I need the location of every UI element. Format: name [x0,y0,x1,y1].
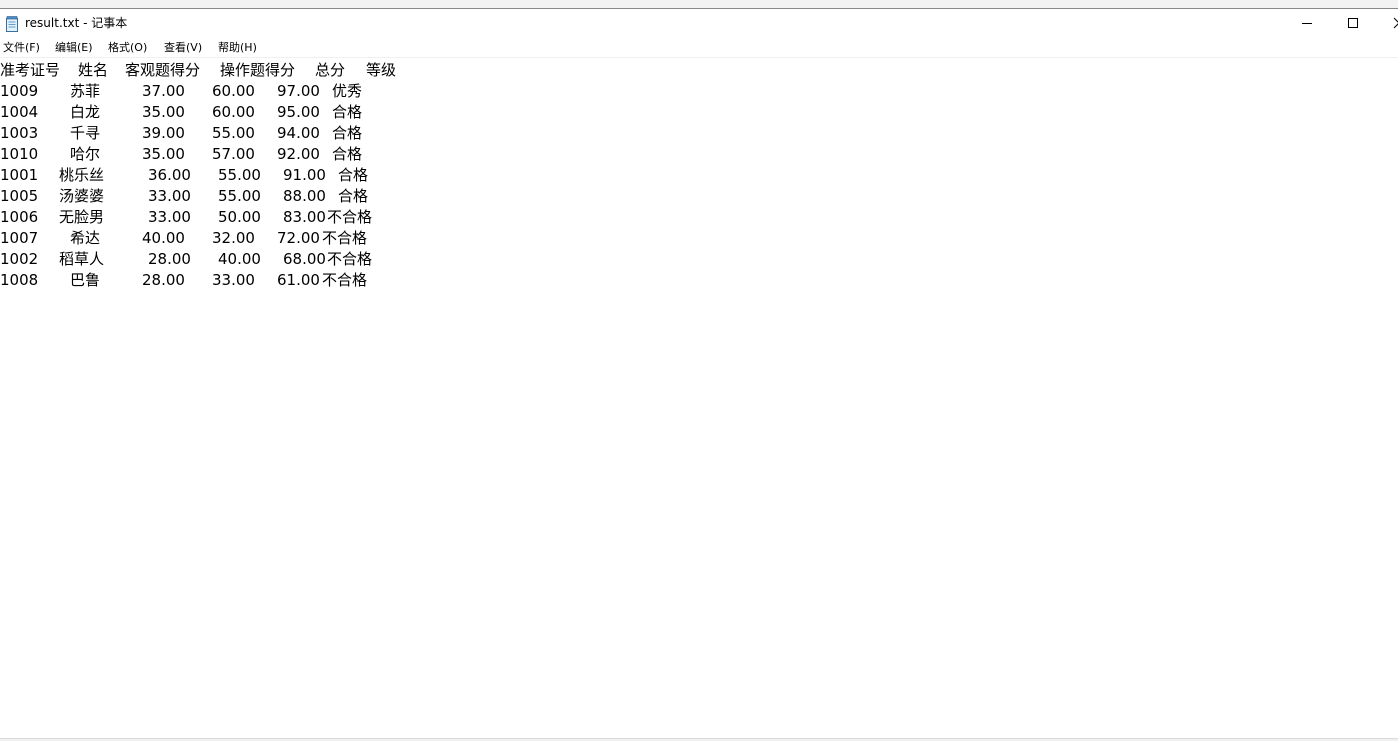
cell-exam-id: 1009 [0,82,39,100]
cell-total: 95.00 [277,103,320,121]
cell-exam-id: 1007 [0,229,39,247]
cell-total: 61.00 [277,271,320,289]
menu-file[interactable]: 文件(F) [3,41,40,55]
header-grade: 等级 [366,61,397,79]
cell-name: 苏菲 [70,82,101,100]
header-name: 姓名 [78,61,109,79]
title-bar[interactable]: result.txt - 记事本 [0,9,1398,38]
cell-name: 希达 [70,229,101,247]
window-top-border [0,0,1398,9]
header-total: 总分 [315,61,346,79]
cell-objective-score: 28.00 [142,271,185,289]
menu-help[interactable]: 帮助(H) [218,41,257,55]
cell-exam-id: 1002 [0,250,39,268]
cell-name: 巴鲁 [70,271,101,289]
maximize-icon [1347,14,1359,33]
text-line: 1002 稻草人 28.00 40.00 68.00 不合格 [0,249,1398,270]
menu-format[interactable]: 格式(O) [108,41,147,55]
cell-practical-score: 33.00 [212,271,255,289]
close-button[interactable] [1376,9,1398,38]
text-line: 1006 无脸男 33.00 50.00 83.00 不合格 [0,207,1398,228]
cell-total: 92.00 [277,145,320,163]
cell-objective-score: 36.00 [148,166,191,184]
text-line: 1003 千寻 39.00 55.00 94.00 合格 [0,123,1398,144]
cell-total: 68.00 [283,250,326,268]
cell-objective-score: 37.00 [142,82,185,100]
menu-edit[interactable]: 编辑(E) [55,41,93,55]
menu-view[interactable]: 查看(V) [164,41,202,55]
cell-practical-score: 55.00 [218,166,261,184]
text-line: 1009 苏菲 37.00 60.00 97.00 优秀 [0,81,1398,102]
cell-practical-score: 40.00 [218,250,261,268]
notepad-window: result.txt - 记事本 文件(F) 编辑(E) 格式(O) 查看(V)… [0,0,1398,741]
cell-name: 千寻 [70,124,101,142]
header-practical-score: 操作题得分 [220,61,296,79]
cell-grade: 合格 [332,124,363,142]
cell-practical-score: 55.00 [212,124,255,142]
close-icon [1393,14,1398,33]
cell-objective-score: 39.00 [142,124,185,142]
text-editor[interactable]: 准考证号 姓名 客观题得分 操作题得分 总分 等级 1009 苏菲 37.00 … [0,59,1398,738]
cell-exam-id: 1001 [0,166,39,184]
cell-practical-score: 55.00 [218,187,261,205]
cell-grade: 合格 [332,145,363,163]
cell-name: 稻草人 [59,250,105,268]
cell-exam-id: 1010 [0,145,39,163]
cell-grade: 合格 [332,103,363,121]
cell-name: 汤婆婆 [59,187,105,205]
cell-practical-score: 57.00 [212,145,255,163]
cell-objective-score: 33.00 [148,208,191,226]
maximize-button[interactable] [1330,9,1376,38]
cell-exam-id: 1005 [0,187,39,205]
cell-total: 97.00 [277,82,320,100]
cell-objective-score: 35.00 [142,145,185,163]
text-line: 1007 希达 40.00 32.00 72.00 不合格 [0,228,1398,249]
text-line: 1004 白龙 35.00 60.00 95.00 合格 [0,102,1398,123]
cell-practical-score: 32.00 [212,229,255,247]
cell-exam-id: 1006 [0,208,39,226]
cell-total: 88.00 [283,187,326,205]
cell-objective-score: 33.00 [148,187,191,205]
text-line: 1010 哈尔 35.00 57.00 92.00 合格 [0,144,1398,165]
cell-practical-score: 50.00 [218,208,261,226]
text-line: 1008 巴鲁 28.00 33.00 61.00 不合格 [0,270,1398,291]
cell-grade: 合格 [338,187,369,205]
minimize-button[interactable] [1284,9,1330,38]
cell-objective-score: 35.00 [142,103,185,121]
cell-name: 哈尔 [70,145,101,163]
cell-exam-id: 1003 [0,124,39,142]
cell-grade: 不合格 [327,250,373,268]
notepad-icon [5,16,19,32]
cell-name: 白龙 [70,103,101,121]
cell-grade: 不合格 [322,271,368,289]
header-objective-score: 客观题得分 [125,61,201,79]
cell-total: 91.00 [283,166,326,184]
cell-name: 无脸男 [59,208,105,226]
cell-objective-score: 40.00 [142,229,185,247]
text-line: 1001 桃乐丝 36.00 55.00 91.00 合格 [0,165,1398,186]
cell-total: 72.00 [277,229,320,247]
cell-name: 桃乐丝 [59,166,105,184]
menu-bar: 文件(F) 编辑(E) 格式(O) 查看(V) 帮助(H) [0,38,1398,58]
minimize-icon [1301,14,1313,33]
text-line: 1005 汤婆婆 33.00 55.00 88.00 合格 [0,186,1398,207]
window-title: result.txt - 记事本 [25,16,128,30]
header-exam-id: 准考证号 [0,61,61,79]
cell-total: 94.00 [277,124,320,142]
cell-grade: 合格 [338,166,369,184]
cell-grade: 不合格 [322,229,368,247]
cell-grade: 不合格 [327,208,373,226]
cell-grade: 优秀 [332,82,363,100]
cell-exam-id: 1008 [0,271,39,289]
cell-exam-id: 1004 [0,103,39,121]
cell-practical-score: 60.00 [212,103,255,121]
text-line-header: 准考证号 姓名 客观题得分 操作题得分 总分 等级 [0,60,1398,81]
cell-total: 83.00 [283,208,326,226]
cell-practical-score: 60.00 [212,82,255,100]
cell-objective-score: 28.00 [148,250,191,268]
